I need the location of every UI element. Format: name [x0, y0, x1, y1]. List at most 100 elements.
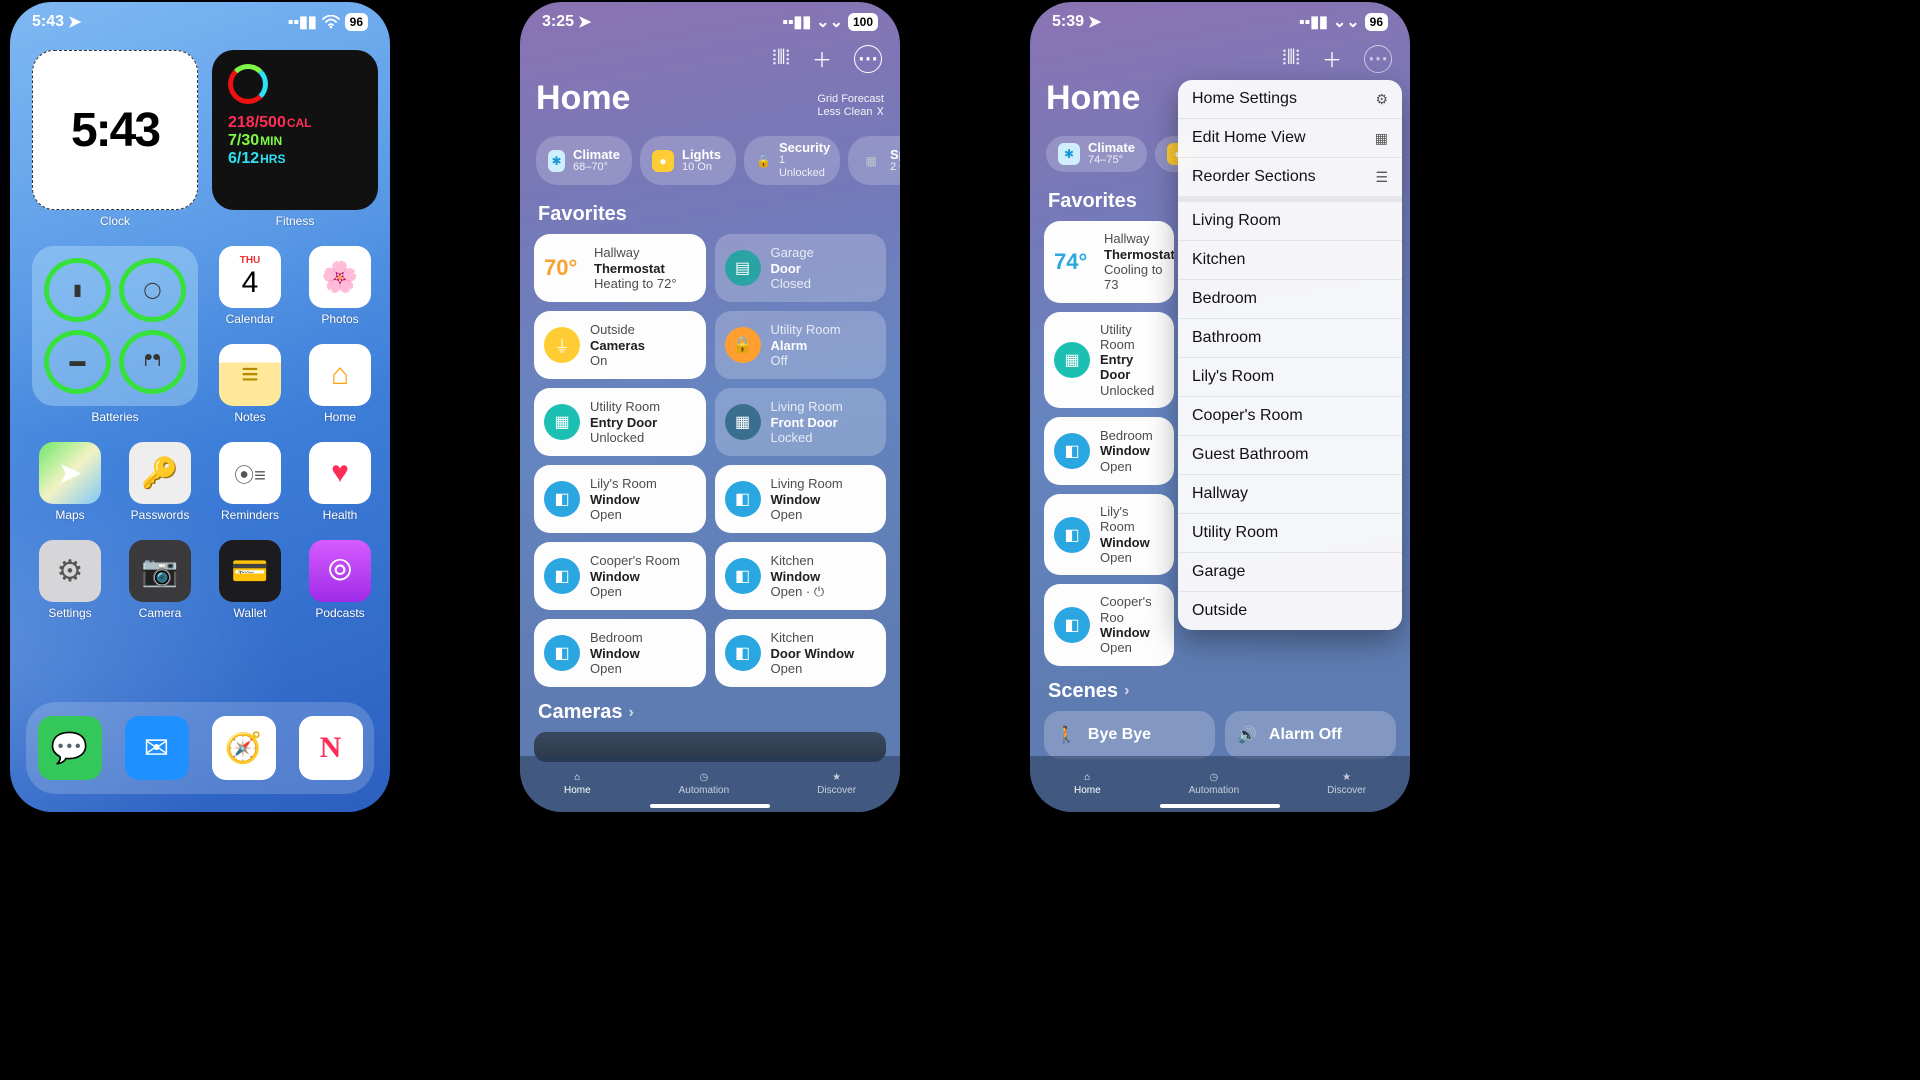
- menu-room-bedroom[interactable]: Bedroom: [1178, 280, 1402, 319]
- signal-icon: ▪▪▮▮: [782, 12, 811, 32]
- accessory-tile[interactable]: ▦Utility RoomEntry DoorUnlocked: [1044, 312, 1174, 409]
- tab-automation[interactable]: ◷Automation: [679, 772, 730, 796]
- cameras-header[interactable]: Cameras›: [520, 687, 900, 732]
- announce-icon[interactable]: ⦙⦀⦙: [1282, 47, 1300, 70]
- settings-app[interactable]: ⚙: [39, 540, 101, 602]
- accessory-tile[interactable]: ◧BedroomWindowOpen: [534, 619, 706, 687]
- home-app[interactable]: ⌂: [309, 344, 371, 406]
- walk-icon: 🚶: [1056, 725, 1076, 745]
- scene-bye-bye[interactable]: 🚶Bye Bye: [1044, 711, 1215, 759]
- tab-discover[interactable]: ★Discover: [817, 772, 856, 796]
- photos-app[interactable]: 🌸: [309, 246, 371, 308]
- category-climate[interactable]: ✱Climate68–70°: [536, 136, 632, 185]
- fitness-widget[interactable]: 218/500CAL 7/30MIN 6/12HRS: [212, 50, 378, 210]
- category-security[interactable]: 🔒Security1 Unlocked: [744, 136, 840, 185]
- accessory-tile[interactable]: ◧Cooper's RoomWindowOpen: [534, 542, 706, 610]
- watch-battery-icon: ◯: [119, 258, 186, 322]
- accessory-tile[interactable]: 🔒Utility RoomAlarmOff: [715, 311, 887, 379]
- more-button[interactable]: ⋯: [854, 45, 882, 73]
- speaker-icon: 🔊: [1237, 725, 1257, 745]
- menu-room-cooper-s-room[interactable]: Cooper's Room: [1178, 397, 1402, 436]
- category-row[interactable]: ✱Climate68–70° ●Lights10 On 🔒Security1 U…: [520, 126, 900, 189]
- house-icon: ⌂: [574, 772, 580, 783]
- keypad-dark-icon: ▦: [725, 404, 761, 440]
- passwords-app[interactable]: 🔑: [129, 442, 191, 504]
- clock-widget[interactable]: 5:43: [32, 50, 198, 210]
- calendar-app[interactable]: THU 4: [219, 246, 281, 308]
- house-icon: ⌂: [1084, 772, 1090, 783]
- menu-room-kitchen[interactable]: Kitchen: [1178, 241, 1402, 280]
- location-icon: ➤: [578, 12, 591, 32]
- category-lights[interactable]: ●Lights10 On: [640, 136, 736, 185]
- camera-app[interactable]: 📷: [129, 540, 191, 602]
- gear-icon: ⚙: [57, 554, 84, 589]
- garage-icon: ▤: [725, 250, 761, 286]
- messages-app[interactable]: 💬: [38, 716, 102, 780]
- accessory-tile[interactable]: ◧Lily's RoomWindowOpen: [1044, 494, 1174, 575]
- more-button[interactable]: ⋯: [1364, 45, 1392, 73]
- tab-home[interactable]: ⌂Home: [1074, 772, 1101, 796]
- scene-alarm-off[interactable]: 🔊Alarm Off: [1225, 711, 1396, 759]
- reminders-app[interactable]: ⦿≡: [219, 442, 281, 504]
- star-icon: ★: [832, 772, 841, 783]
- accessory-tile[interactable]: ◧Cooper's RooWindowOpen: [1044, 584, 1174, 665]
- news-app[interactable]: N: [299, 716, 363, 780]
- menu-room-hallway[interactable]: Hallway: [1178, 475, 1402, 514]
- menu-home-settings[interactable]: Home Settings⚙: [1178, 80, 1402, 119]
- category-speakers[interactable]: ▦Sp2 O: [848, 136, 900, 185]
- menu-reorder-sections[interactable]: Reorder Sections☰: [1178, 158, 1402, 196]
- home-indicator[interactable]: [650, 804, 770, 808]
- accessory-tile[interactable]: ▦Living RoomFront DoorLocked: [715, 388, 887, 456]
- accessory-tile[interactable]: ◧KitchenWindowOpen · ⏻: [715, 542, 887, 610]
- case-battery-icon: ▬: [44, 330, 111, 394]
- wifi-icon: ⌄⌄: [816, 12, 843, 32]
- tab-discover[interactable]: ★Discover: [1327, 772, 1366, 796]
- dock: 💬 ✉ 🧭 N: [26, 702, 374, 794]
- fan-icon: ✱: [548, 150, 565, 172]
- accessory-tile[interactable]: ⏚OutsideCamerasOn: [534, 311, 706, 379]
- menu-room-utility-room[interactable]: Utility Room: [1178, 514, 1402, 553]
- accessory-tile[interactable]: 70°HallwayThermostatHeating to 72°: [534, 234, 706, 302]
- airpods-battery-icon: ᖰᖳ: [119, 330, 186, 394]
- mail-app[interactable]: ✉: [125, 716, 189, 780]
- grid-forecast[interactable]: Grid Forecast Less Clean 𐌗: [817, 93, 884, 118]
- accessory-tile[interactable]: 74°HallwayThermostatCooling to 73: [1044, 221, 1174, 302]
- maps-app[interactable]: ➤: [39, 442, 101, 504]
- fan-icon: ✱: [1058, 143, 1080, 165]
- camera-icon: 📷: [141, 554, 178, 589]
- wallet-app[interactable]: 💳: [219, 540, 281, 602]
- tab-home[interactable]: ⌂Home: [564, 772, 591, 796]
- location-icon: ➤: [68, 12, 81, 32]
- accessory-tile[interactable]: ◧BedroomWindowOpen: [1044, 417, 1174, 485]
- podcasts-app[interactable]: ⦾: [309, 540, 371, 602]
- menu-room-living-room[interactable]: Living Room: [1178, 202, 1402, 241]
- add-button[interactable]: ＋: [812, 44, 832, 73]
- accessory-tile[interactable]: ▤GarageDoorClosed: [715, 234, 887, 302]
- scenes-header[interactable]: Scenes›: [1030, 666, 1410, 711]
- menu-room-lily-s-room[interactable]: Lily's Room: [1178, 358, 1402, 397]
- news-icon: N: [320, 731, 342, 765]
- batteries-widget[interactable]: ▮ ◯ ▬ ᖰᖳ: [32, 246, 198, 406]
- battery-icon: 100: [848, 13, 878, 31]
- health-app[interactable]: ♥: [309, 442, 371, 504]
- window-icon: ◧: [1054, 607, 1090, 643]
- menu-room-outside[interactable]: Outside: [1178, 592, 1402, 630]
- add-button[interactable]: ＋: [1322, 44, 1342, 73]
- home-indicator[interactable]: [1160, 804, 1280, 808]
- category-climate[interactable]: ✱Climate74–75°: [1046, 136, 1147, 172]
- menu-room-bathroom[interactable]: Bathroom: [1178, 319, 1402, 358]
- safari-app[interactable]: 🧭: [212, 716, 276, 780]
- menu-room-guest-bathroom[interactable]: Guest Bathroom: [1178, 436, 1402, 475]
- tab-automation[interactable]: ◷Automation: [1189, 772, 1240, 796]
- status-time: 3:25: [542, 13, 574, 31]
- accessory-tile[interactable]: ◧Living RoomWindowOpen: [715, 465, 887, 533]
- accessory-tile[interactable]: ◧KitchenDoor WindowOpen: [715, 619, 887, 687]
- menu-room-garage[interactable]: Garage: [1178, 553, 1402, 592]
- accessory-tile[interactable]: ▦Utility RoomEntry DoorUnlocked: [534, 388, 706, 456]
- notes-app[interactable]: ≡: [219, 344, 281, 406]
- menu-edit-home-view[interactable]: Edit Home View▦: [1178, 119, 1402, 158]
- clock-icon: ◷: [1210, 772, 1219, 783]
- location-icon: ➤: [1088, 12, 1101, 32]
- accessory-tile[interactable]: ◧Lily's RoomWindowOpen: [534, 465, 706, 533]
- announce-icon[interactable]: ⦙⦀⦙: [772, 47, 790, 70]
